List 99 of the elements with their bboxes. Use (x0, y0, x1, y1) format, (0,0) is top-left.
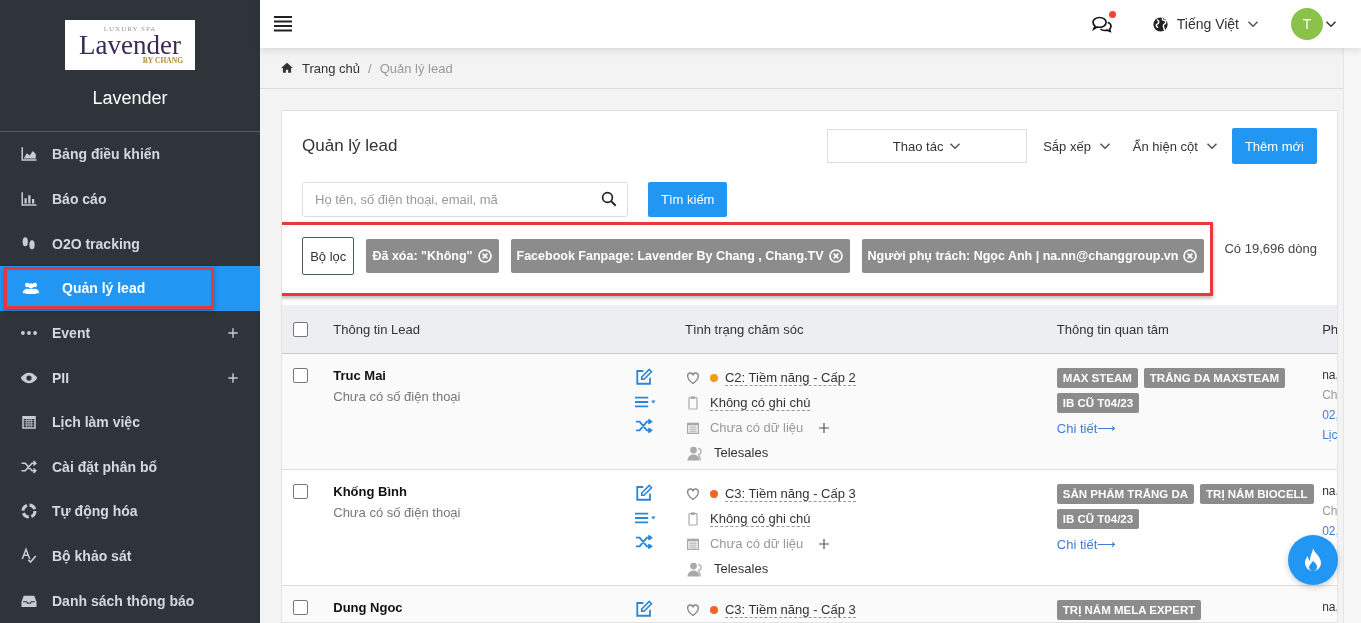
interest-tag: MAX STEAM (1056, 368, 1138, 388)
assignee-text: Telesales (714, 561, 769, 576)
heart-icon (685, 485, 701, 502)
interest-tag: TRỊ NÁM BIOCELL (1200, 484, 1314, 504)
care-note[interactable]: Không có ghi chú (710, 394, 811, 411)
column-toggle-dropdown[interactable]: Ẩn hiện cột (1132, 138, 1218, 154)
row-checkbox[interactable] (293, 368, 308, 383)
select-all-checkbox[interactable] (293, 321, 308, 337)
chevron-down-icon (949, 143, 962, 149)
heart-icon (685, 601, 701, 618)
cell-text: Ch (1322, 504, 1337, 518)
detail-link[interactable]: Chi tiết⟶ (1056, 421, 1117, 436)
detail-link[interactable]: Chi tiết⟶ (1056, 537, 1117, 552)
care-status[interactable]: C2: Tiềm năng - Cấp 2 (725, 369, 856, 386)
remove-icon[interactable] (1182, 248, 1199, 264)
plus-icon (226, 325, 240, 340)
sidebar-item[interactable]: O2O tracking (0, 221, 260, 266)
language-selector[interactable]: Tiếng Việt (1151, 15, 1259, 33)
flame-icon (1302, 547, 1324, 573)
sidebar-item[interactable]: Event (0, 310, 260, 356)
lead-phone: Chưa có số điện thoại (333, 505, 462, 520)
chevron-down-icon (1098, 143, 1111, 149)
breadcrumb-item: Quản lý lead (379, 60, 453, 76)
schedule-text: Chưa có dữ liệu (710, 420, 804, 435)
list-menu-button[interactable] (634, 511, 657, 525)
filter-chip: Facebook Fanpage: Lavender By Chang , Chang.TV (510, 239, 850, 273)
lead-name: Khống Bình (333, 484, 408, 499)
cell-link[interactable]: 02, (1322, 524, 1337, 538)
sidebar-item[interactable]: Danh sách thông báo (0, 578, 260, 623)
spellcheck-icon (20, 547, 38, 565)
care-note[interactable]: Không có ghi chú (710, 510, 811, 527)
column-header: Tình trạng chăm sóc (685, 305, 1057, 354)
edit-button[interactable] (634, 368, 653, 386)
shuffle-button[interactable] (634, 534, 653, 550)
column-header: Ph (1322, 305, 1337, 354)
column-header: Thông tin Lead (333, 305, 633, 354)
sidebar-item[interactable]: Cài đặt phân bổ (0, 444, 260, 490)
action-dropdown[interactable]: Thao tác (827, 129, 1028, 163)
globe-icon (1151, 15, 1169, 33)
dots-icon (21, 330, 37, 335)
bar-chart-icon (20, 190, 38, 208)
cell-text: na. (1322, 484, 1337, 498)
filter-chip: Người phụ trách: Ngọc Anh | na.nn@changgroup.vn (861, 239, 1205, 273)
row-count: Có 19,696 dòng (1224, 241, 1317, 256)
interest-tag: SẢN PHẨM TRẮNG DA (1056, 484, 1195, 504)
ring-icon (20, 502, 38, 521)
sort-dropdown[interactable]: Sắp xếp (1043, 138, 1111, 154)
brand-name: Lavender (92, 88, 168, 109)
calendar-icon (20, 413, 38, 432)
shuffle-button[interactable] (634, 418, 653, 434)
edit-button[interactable] (634, 600, 653, 618)
breadcrumb-item[interactable]: Trang chủ (302, 60, 361, 76)
lead-name: Dung Ngoc (333, 600, 404, 615)
search-field[interactable]: Họ tên, số điện thoại, email, mã (302, 182, 628, 217)
care-status[interactable]: C3: Tiềm năng - Cấp 3 (725, 601, 856, 618)
lead-name: Truc Mai (333, 368, 387, 383)
chat-icon[interactable] (1091, 15, 1112, 33)
cell-text: na. (1322, 368, 1337, 382)
remove-icon[interactable] (827, 248, 844, 264)
interest-tag: TRẮNG DA MAXSTEAM (1143, 368, 1286, 388)
lead-phone: Chưa có số điện thoại (333, 389, 462, 404)
care-status[interactable]: C3: Tiềm năng - Cấp 3 (725, 485, 856, 502)
page-title: Quản lý lead (302, 136, 398, 156)
remove-icon[interactable] (476, 248, 493, 264)
cell-text: na. (1322, 600, 1337, 614)
heart-icon (685, 369, 701, 386)
sidebar-item[interactable]: Lịch làm việc (0, 399, 260, 445)
plus-icon (226, 370, 240, 385)
menu-button[interactable] (274, 16, 292, 32)
row-checkbox[interactable] (293, 600, 308, 615)
chevron-down-icon (1205, 143, 1218, 149)
clipboard-icon (685, 510, 701, 527)
sidebar-item[interactable]: PII (0, 355, 260, 400)
sidebar-item[interactable]: Bộ khảo sát (0, 533, 260, 579)
sidebar-item[interactable]: Bảng điều khiển (0, 132, 260, 177)
cell-link[interactable]: Lịc (1322, 428, 1337, 442)
interest-tag: IB CŨ T04/23 (1056, 393, 1140, 413)
sidebar-item[interactable]: Tự động hóa (0, 489, 260, 534)
breadcrumb-separator: / (368, 60, 372, 76)
edit-button[interactable] (634, 484, 653, 502)
column-header: Thông tin quan tâm (1056, 305, 1323, 354)
chevron-down-icon (1325, 21, 1337, 27)
sidebar-item[interactable]: Báo cáo (0, 176, 260, 222)
assignee-text: Telesales (714, 445, 769, 460)
search-icon (600, 190, 618, 208)
schedule-text: Chưa có dữ liệu (710, 536, 804, 551)
cell-text: Ch (1322, 388, 1337, 402)
scrollbar[interactable] (1343, 48, 1361, 623)
interest-tag: IB CŨ T04/23 (1056, 509, 1140, 529)
cell-link[interactable]: 02, (1322, 408, 1337, 422)
home-icon (280, 61, 294, 75)
filter-button[interactable]: Bộ lọc (302, 237, 355, 275)
filter-chip: Đã xóa: "Không" (366, 239, 499, 273)
clipboard-icon (685, 394, 701, 411)
row-checkbox[interactable] (293, 484, 308, 499)
chevron-down-icon (1247, 21, 1259, 27)
interest-tag: TRỊ NÁM MELA EXPERT (1056, 600, 1202, 620)
list-menu-button[interactable] (634, 395, 657, 409)
area-chart-icon (20, 145, 38, 164)
